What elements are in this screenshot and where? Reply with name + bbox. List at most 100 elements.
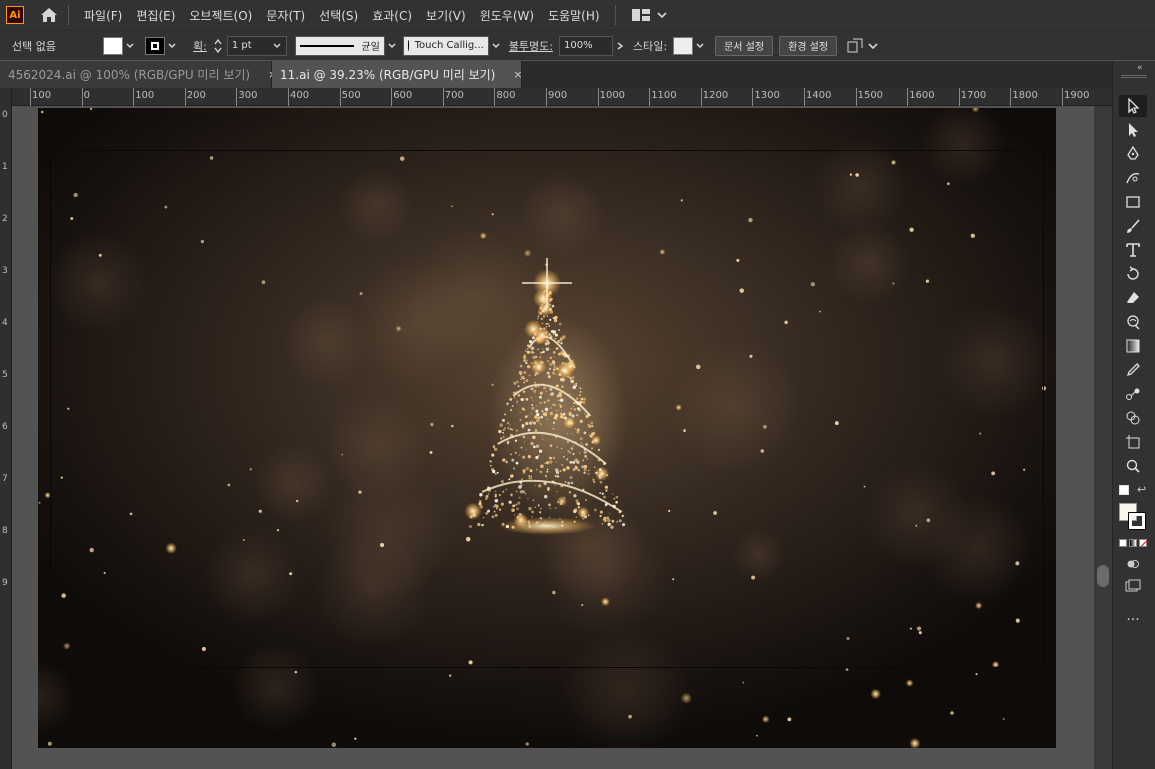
artboard-tool-icon[interactable] <box>1119 431 1147 453</box>
menu-help[interactable]: 도움말(H) <box>541 7 607 24</box>
fill-swatch[interactable] <box>102 36 123 55</box>
app-logo: Ai <box>6 6 24 24</box>
ruler-tick-label: 7 <box>2 474 8 484</box>
stroke-weight-stepper[interactable] <box>213 38 223 54</box>
chevron-down-icon[interactable] <box>385 37 399 55</box>
tab-document-2[interactable]: 11.ai @ 39.23% (RGB/GPU 미리 보기) × <box>272 61 523 88</box>
scroll-thumb[interactable] <box>1097 565 1109 587</box>
sparkle-dot <box>975 673 978 676</box>
zoom-tool-icon[interactable] <box>1119 455 1147 477</box>
blend-tool-icon[interactable] <box>1119 383 1147 405</box>
close-icon[interactable]: × <box>513 68 522 81</box>
workspace-switcher[interactable] <box>631 9 668 21</box>
workspace-icon <box>631 9 650 21</box>
stroke-profile-select[interactable]: 균일 <box>294 35 385 56</box>
rotate-tool-icon[interactable] <box>1119 263 1147 285</box>
menu-object[interactable]: 오브젝트(O) <box>182 7 259 24</box>
stroke-swatch[interactable] <box>144 36 165 55</box>
chevron-down-icon <box>868 42 878 49</box>
ruler-tick-label: 600 <box>393 90 413 101</box>
document-setup-button[interactable]: 문서 설정 <box>715 35 774 56</box>
eraser-tool-icon[interactable] <box>1119 287 1147 309</box>
menu-type[interactable]: 문자(T) <box>259 7 312 24</box>
brush-select[interactable]: Touch Callig... <box>402 35 489 56</box>
sparkle-dot <box>680 692 693 704</box>
menu-window[interactable]: 윈도우(W) <box>473 7 541 24</box>
ruler-tick <box>442 88 444 106</box>
chevron-down-icon[interactable] <box>489 37 503 55</box>
sparkle-dot <box>905 679 914 687</box>
chevron-down-icon[interactable] <box>693 37 707 55</box>
vertical-scrollbar[interactable] <box>1094 106 1112 769</box>
ruler-tick <box>30 88 31 106</box>
ruler-tick-label: 1500 <box>857 90 884 101</box>
warp-tool-icon[interactable] <box>1119 311 1147 333</box>
tab-label: 4562024.ai @ 100% (RGB/GPU 미리 보기) <box>8 68 251 82</box>
ruler-tick <box>236 88 238 106</box>
direct-selection-tool-icon[interactable] <box>1119 119 1147 141</box>
arrange-documents-button[interactable] <box>847 38 879 54</box>
preferences-button[interactable]: 환경 설정 <box>779 35 838 56</box>
horizontal-ruler[interactable]: 100 0 100 200 300 400 500 600 700 800 900 1000 1100 1… <box>12 88 1112 106</box>
eyedropper-tool-icon[interactable] <box>1119 359 1147 381</box>
stroke-label[interactable]: 획: <box>193 38 207 54</box>
sparkle-dot <box>90 108 93 111</box>
home-icon[interactable] <box>38 4 60 26</box>
default-colors-icon[interactable] <box>1119 485 1129 495</box>
vertical-ruler[interactable]: 0 1 2 3 4 5 6 7 8 9 <box>0 88 12 769</box>
sparkle-dot <box>354 737 357 740</box>
screen-mode-icon[interactable] <box>1119 575 1147 597</box>
ruler-tick <box>700 88 702 106</box>
ruler-tick-label: 300 <box>238 90 258 101</box>
color-mode-buttons[interactable] <box>1119 539 1148 547</box>
ruler-tick <box>339 88 341 106</box>
draw-mode-icon[interactable] <box>1119 553 1147 575</box>
tab-document-1[interactable]: 4562024.ai @ 100% (RGB/GPU 미리 보기) × <box>0 61 277 88</box>
canvas-area[interactable] <box>12 106 1094 769</box>
paintbrush-tool-icon[interactable] <box>1119 215 1147 237</box>
ruler-tick <box>1010 88 1012 106</box>
sparkle-dot <box>761 715 770 724</box>
stroke-weight-field[interactable]: 1 pt <box>226 35 287 56</box>
ruler-tick <box>81 88 83 106</box>
chevron-down-icon[interactable] <box>123 37 137 55</box>
stroke-color-box[interactable] <box>1128 512 1146 530</box>
rectangle-tool-icon[interactable] <box>1119 191 1147 213</box>
gradient-tool-icon[interactable] <box>1119 335 1147 357</box>
chevron-down-icon[interactable] <box>165 37 179 55</box>
brush-dot-icon <box>407 40 409 51</box>
ruler-tick <box>494 88 496 106</box>
artboard[interactable] <box>38 108 1056 748</box>
shape-builder-tool-icon[interactable] <box>1119 407 1147 429</box>
ruler-tick-label: 500 <box>341 90 361 101</box>
pen-tool-icon[interactable] <box>1119 143 1147 165</box>
style-swatch[interactable] <box>673 36 694 55</box>
sparkle-dot <box>38 501 41 504</box>
sparkle-dot <box>294 670 298 674</box>
brush-label: Touch Callig... <box>414 40 484 51</box>
collapse-icon[interactable]: « <box>1137 63 1143 73</box>
more-tools-icon[interactable]: ··· <box>1119 609 1147 631</box>
sparkle-dot <box>331 742 337 747</box>
menu-edit[interactable]: 편집(E) <box>129 7 182 24</box>
sparkle-dot <box>756 734 758 737</box>
menu-select[interactable]: 선택(S) <box>312 7 365 24</box>
curvature-tool-icon[interactable] <box>1119 167 1147 189</box>
type-tool-icon[interactable] <box>1119 239 1147 261</box>
sparkle-dot <box>47 741 52 746</box>
menu-view[interactable]: 보기(V) <box>419 7 473 24</box>
selection-tool-icon[interactable] <box>1119 95 1147 117</box>
chevron-right-icon[interactable] <box>613 37 627 55</box>
menu-effect[interactable]: 효과(C) <box>365 7 419 24</box>
menu-file[interactable]: 파일(F) <box>77 7 129 24</box>
opacity-label[interactable]: 불투명도: <box>509 38 553 54</box>
stroke-profile-preview <box>299 44 354 47</box>
ruler-tick-label: 800 <box>496 90 516 101</box>
selection-status: 선택 없음 <box>12 39 56 53</box>
panel-grip[interactable] <box>1121 75 1147 78</box>
opacity-field[interactable]: 100% <box>559 35 613 56</box>
sparkle-dot <box>742 681 745 684</box>
ruler-tick <box>133 88 135 106</box>
ruler-tick-label: 0 <box>83 90 90 101</box>
swap-colors-icon[interactable]: ↩ <box>1137 483 1146 496</box>
